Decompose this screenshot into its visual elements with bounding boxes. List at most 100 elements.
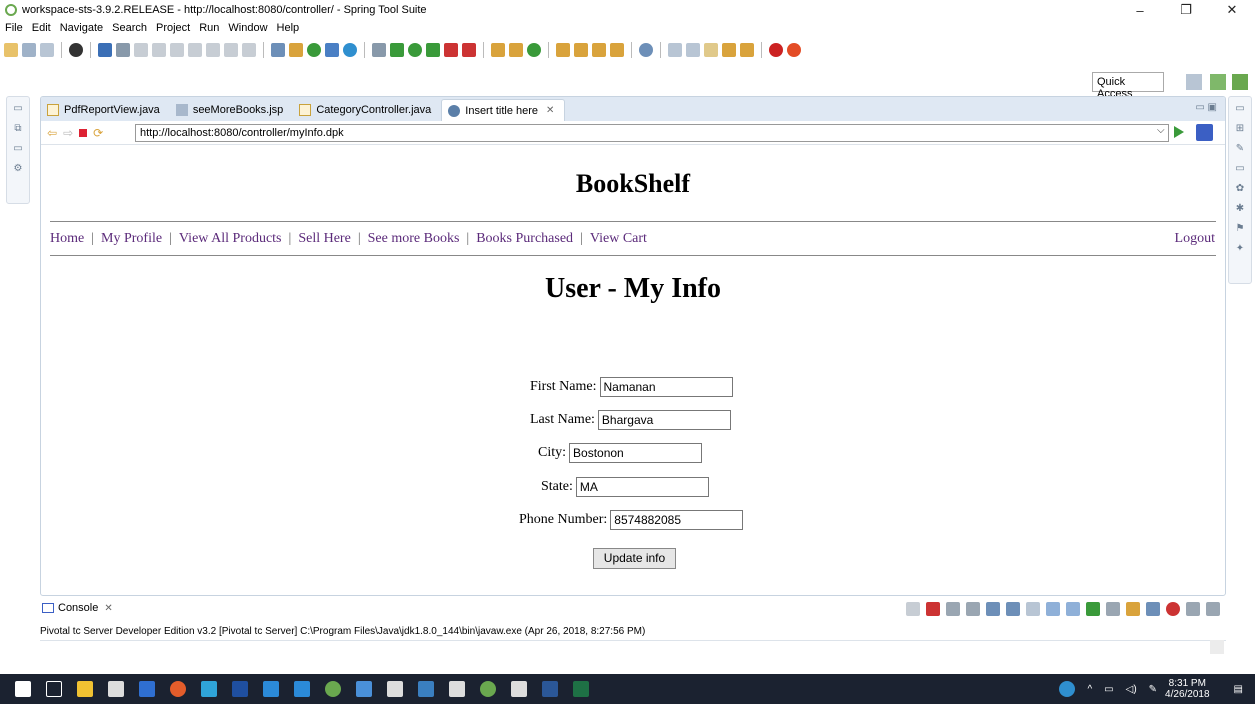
- go-icon[interactable]: [1174, 126, 1184, 138]
- search-folder-icon[interactable]: [610, 43, 624, 57]
- save-icon[interactable]: [22, 43, 36, 57]
- nav-home[interactable]: Home: [50, 231, 84, 246]
- show-on-stdout-icon[interactable]: [1046, 602, 1060, 616]
- tab-pdf-report-view[interactable]: PdfReportView.java: [41, 99, 170, 121]
- step-into-icon[interactable]: [206, 43, 220, 57]
- spring-explorer-icon[interactable]: ✿: [1233, 183, 1247, 197]
- outline-icon[interactable]: ⊞: [1233, 123, 1247, 137]
- nav-books-purchased[interactable]: Books Purchased: [476, 231, 573, 246]
- excel-icon[interactable]: [573, 681, 589, 697]
- close-tab-icon[interactable]: ✕: [546, 105, 554, 116]
- boot-dashboard-icon[interactable]: [1166, 602, 1180, 616]
- update-info-button[interactable]: Update info: [593, 548, 676, 569]
- servers-icon[interactable]: ⚑: [1233, 223, 1247, 237]
- next-annotation-icon[interactable]: [668, 43, 682, 57]
- debug-view-icon[interactable]: ✦: [1233, 243, 1247, 257]
- skip-breakpoints-icon[interactable]: [116, 43, 130, 57]
- remove-all-icon[interactable]: [966, 602, 980, 616]
- state-input[interactable]: [575, 477, 709, 497]
- scroll-lock-icon[interactable]: [1006, 602, 1020, 616]
- restore-view-icon[interactable]: ▭: [11, 103, 25, 117]
- edge-icon[interactable]: [263, 681, 279, 697]
- last-name-input[interactable]: [597, 410, 731, 430]
- forward-icon[interactable]: [740, 43, 754, 57]
- step-return-icon[interactable]: [242, 43, 256, 57]
- open-perspective-button-icon[interactable]: [1186, 74, 1202, 90]
- resume-icon[interactable]: [134, 43, 148, 57]
- tab-insert-title[interactable]: Insert title here ✕: [441, 99, 566, 121]
- first-name-input[interactable]: [599, 377, 733, 397]
- network-icon[interactable]: ▭: [1104, 684, 1113, 695]
- menu-navigate[interactable]: Navigate: [60, 22, 103, 34]
- city-input[interactable]: [569, 443, 703, 463]
- open-type-icon[interactable]: [271, 43, 285, 57]
- menu-edit[interactable]: Edit: [32, 22, 51, 34]
- clear-console-icon[interactable]: [986, 602, 1000, 616]
- open-console-icon[interactable]: [1126, 602, 1140, 616]
- console-tab[interactable]: Console ✕: [42, 602, 113, 614]
- spring-refresh-icon[interactable]: [787, 43, 801, 57]
- word-wrap-icon[interactable]: [1026, 602, 1040, 616]
- start-server-icon[interactable]: [307, 43, 321, 57]
- profile-icon[interactable]: [69, 43, 83, 57]
- notifications-icon[interactable]: ▤: [1234, 684, 1243, 695]
- suspend-icon[interactable]: [152, 43, 166, 57]
- nav-my-profile[interactable]: My Profile: [101, 231, 162, 246]
- file-explorer-icon[interactable]: [77, 681, 93, 697]
- open-folder-icon[interactable]: [556, 43, 570, 57]
- open-perspective-icon[interactable]: [325, 43, 339, 57]
- last-edit-icon[interactable]: [704, 43, 718, 57]
- app-icon[interactable]: [418, 681, 434, 697]
- step-over-icon[interactable]: [224, 43, 238, 57]
- stop-icon[interactable]: [79, 128, 88, 137]
- tab-see-more-books[interactable]: seeMoreBooks.jsp: [170, 99, 294, 121]
- console-scrollbar[interactable]: [1210, 640, 1224, 654]
- clock[interactable]: 8:31 PM 4/26/2018: [1165, 678, 1210, 700]
- new-class-icon[interactable]: [527, 43, 541, 57]
- open-task-icon[interactable]: [289, 43, 303, 57]
- start-icon[interactable]: [15, 681, 31, 697]
- pin-icon[interactable]: [906, 602, 920, 616]
- store-icon[interactable]: [108, 681, 124, 697]
- menu-help[interactable]: Help: [277, 22, 300, 34]
- open-resource-icon[interactable]: [574, 43, 588, 57]
- nav-see-more-books[interactable]: See more Books: [368, 231, 460, 246]
- nav-sell-here[interactable]: Sell Here: [298, 231, 350, 246]
- debug-icon[interactable]: [390, 43, 404, 57]
- pencil-icon[interactable]: [592, 43, 606, 57]
- task-icon[interactable]: [372, 43, 386, 57]
- globe-icon[interactable]: [639, 43, 653, 57]
- minimize-view-icon[interactable]: [1186, 602, 1200, 616]
- app-icon[interactable]: [232, 681, 248, 697]
- app-icon[interactable]: [511, 681, 527, 697]
- boot-dashboard-icon[interactable]: [769, 43, 783, 57]
- external-browser-icon[interactable]: [1196, 124, 1213, 141]
- debug-perspective-icon[interactable]: [1232, 74, 1248, 90]
- beans-icon[interactable]: ✱: [1233, 203, 1247, 217]
- menu-file[interactable]: File: [5, 22, 23, 34]
- package-explorer-icon[interactable]: ⧉: [11, 123, 25, 137]
- logout-link[interactable]: Logout: [1175, 231, 1215, 247]
- nav-view-cart[interactable]: View Cart: [590, 231, 647, 246]
- new-java-project-icon[interactable]: [491, 43, 505, 57]
- tab-category-controller[interactable]: CategoryController.java: [293, 99, 441, 121]
- previous-annotation-icon[interactable]: [686, 43, 700, 57]
- phone-input[interactable]: [610, 510, 744, 530]
- console-body[interactable]: [40, 640, 1226, 654]
- task-view-icon[interactable]: [46, 681, 62, 697]
- url-input[interactable]: http://localhost:8080/controller/myInfo.…: [135, 124, 1169, 142]
- minimize-icon[interactable]: –: [1117, 0, 1163, 20]
- volume-icon[interactable]: ◁): [1126, 684, 1137, 695]
- minimize-maximize-icons[interactable]: ▭ ▣: [1195, 102, 1217, 113]
- vscode-icon[interactable]: [294, 681, 310, 697]
- disconnect-icon[interactable]: [188, 43, 202, 57]
- forward-arrow-icon[interactable]: ⇨: [63, 126, 73, 140]
- help-icon[interactable]: [1059, 681, 1076, 697]
- show-on-stderr-icon[interactable]: [1066, 602, 1080, 616]
- menu-window[interactable]: Window: [228, 22, 267, 34]
- pen-icon[interactable]: ✎: [1149, 684, 1157, 695]
- chevron-up-icon[interactable]: ^: [1087, 684, 1092, 695]
- pin-console-icon[interactable]: [1086, 602, 1100, 616]
- restore-view-icon[interactable]: ▭: [1233, 103, 1247, 117]
- terminal-icon[interactable]: [98, 43, 112, 57]
